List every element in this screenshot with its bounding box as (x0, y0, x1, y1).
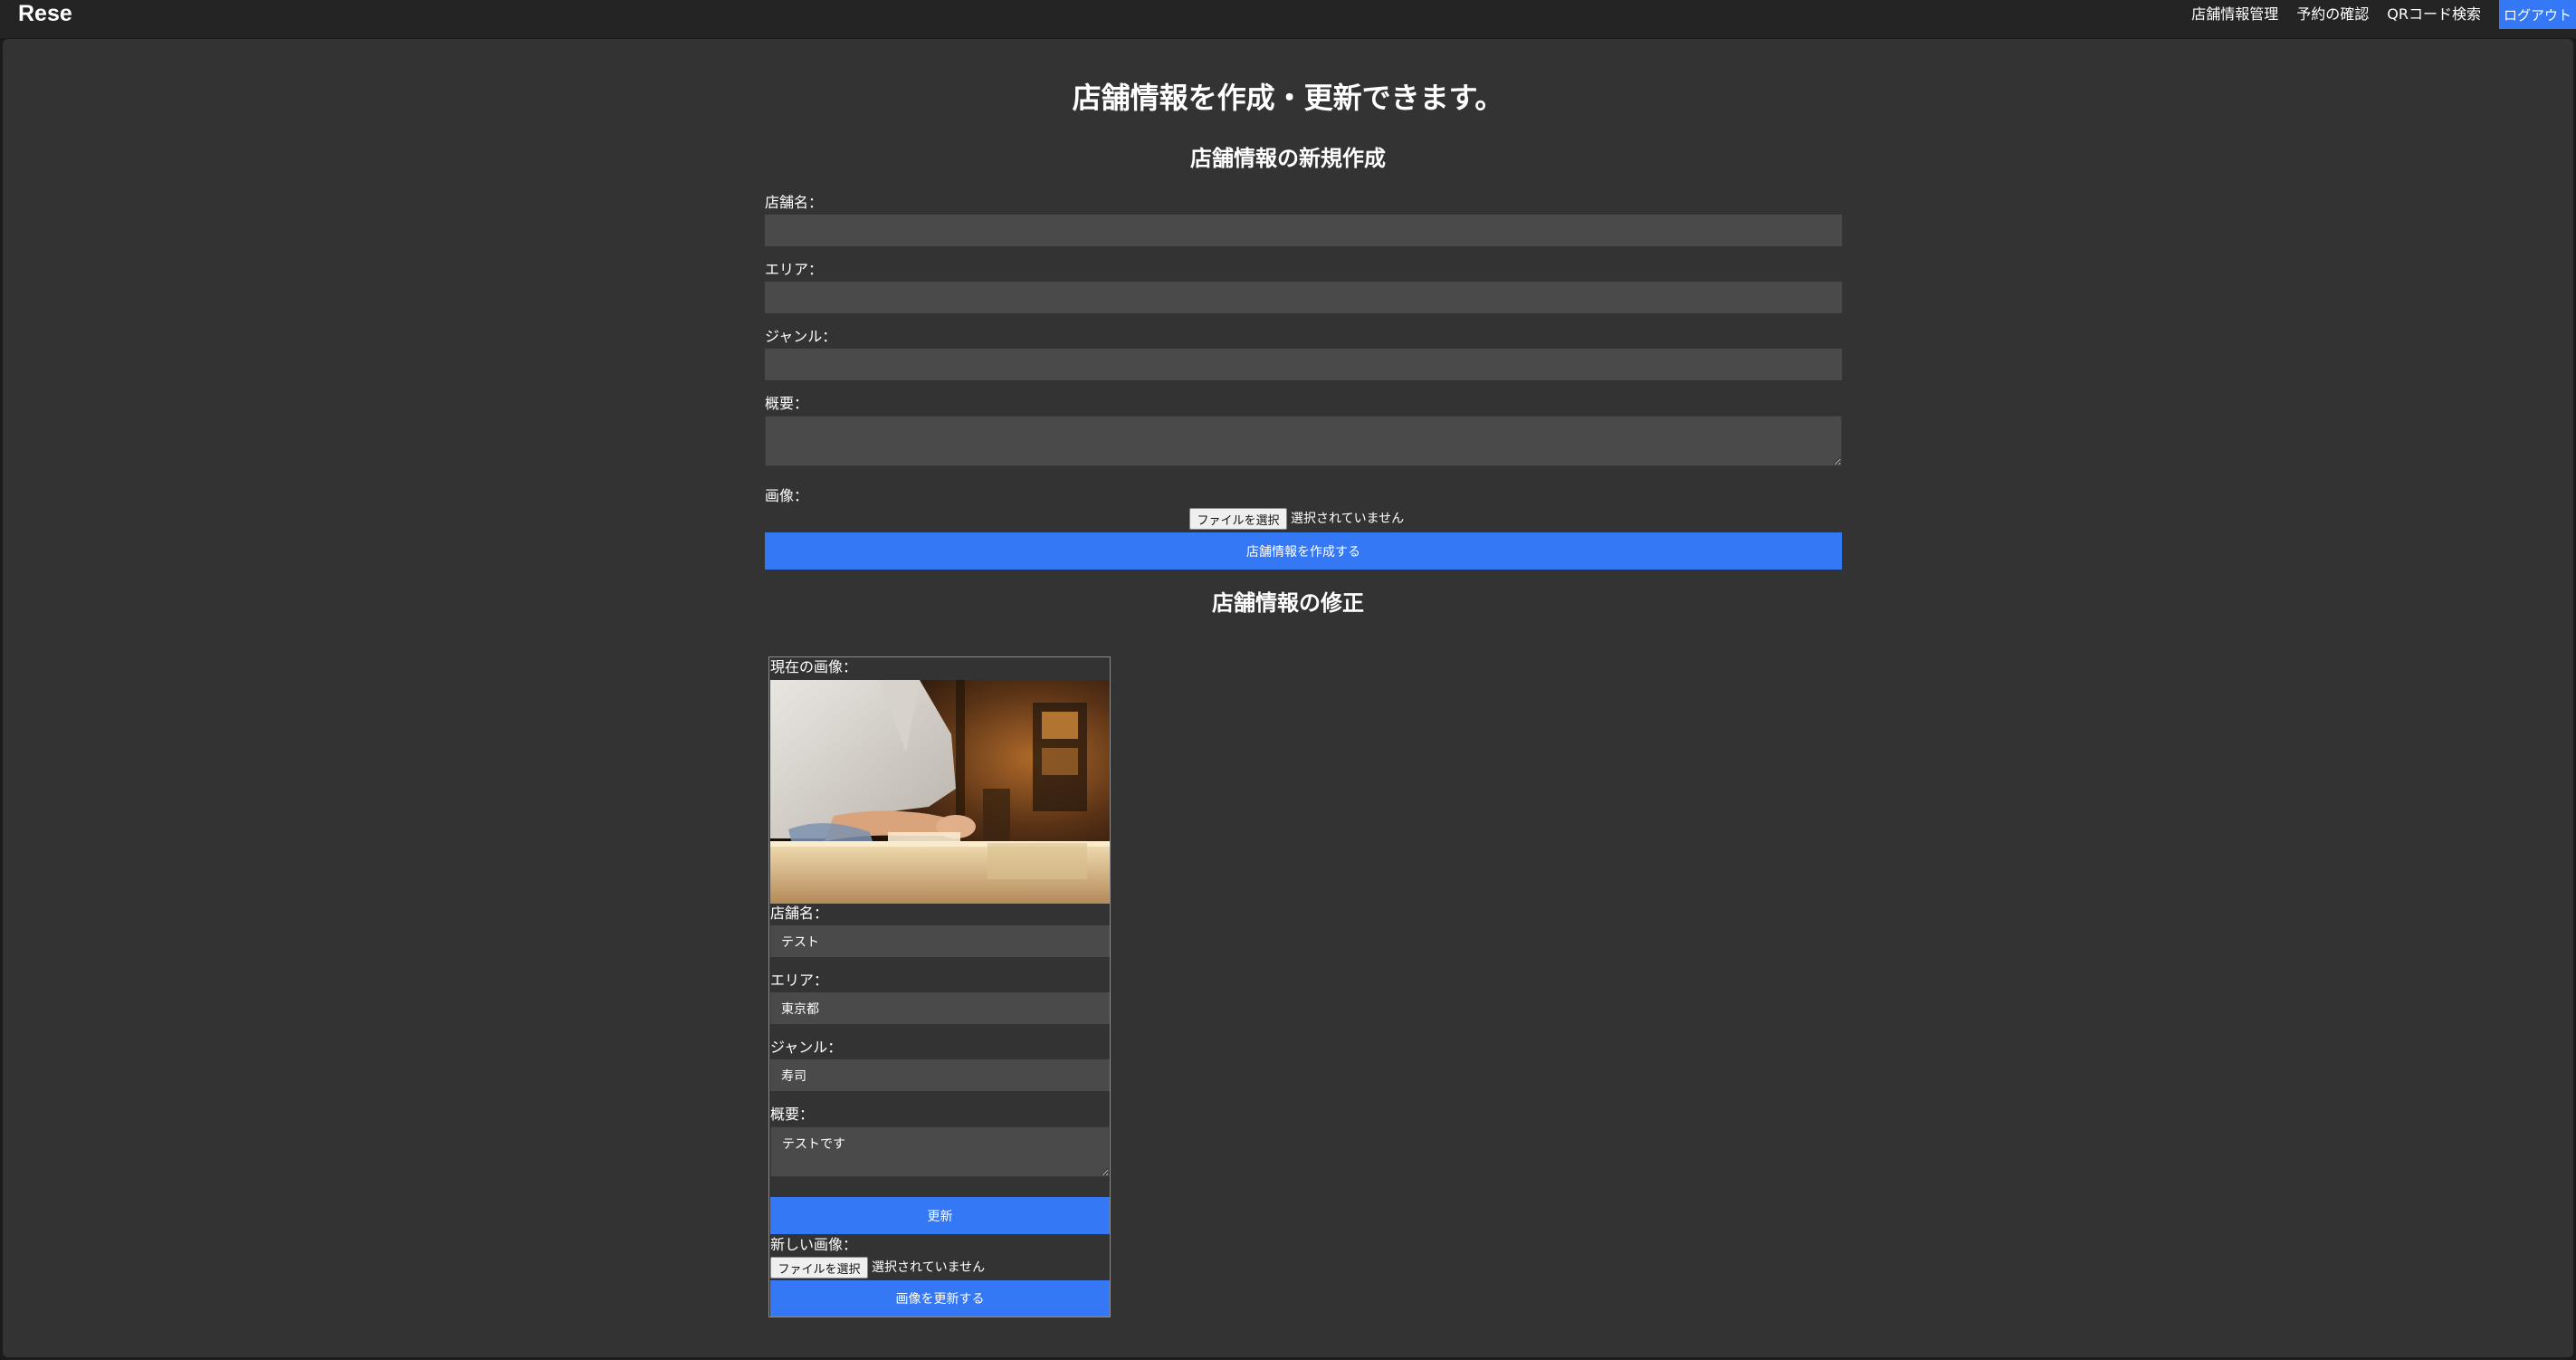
create-section-heading: 店舗情報の新規作成 (1190, 146, 1386, 171)
current-shop-image (770, 680, 1110, 904)
top-header: Rese 店舗情報管理 予約の確認 QRコード検索 ログアウト (0, 0, 2576, 38)
create-summary-textarea[interactable] (765, 416, 1842, 466)
update-image-button[interactable]: 画像を更新する (770, 1280, 1110, 1317)
create-area-label: エリア： (765, 261, 824, 278)
create-file-select-button[interactable]: ファイルを選択 (1189, 508, 1287, 530)
nav-shop-management-link[interactable]: 店舗情報管理 (2191, 2, 2278, 27)
page-title: 店舗情報を作成・更新できます。 (1072, 81, 1504, 115)
header-nav: 店舗情報管理 予約の確認 QRコード検索 ログアウト (2191, 0, 2576, 29)
create-image-label: 画像： (765, 487, 809, 504)
logout-button[interactable]: ログアウト (2499, 0, 2576, 29)
create-area-input[interactable] (765, 282, 1842, 313)
edit-section-heading: 店舗情報の修正 (1212, 590, 1364, 616)
new-image-label: 新しい画像： (770, 1236, 858, 1253)
edit-file-status: 選択されていません (872, 1260, 986, 1275)
edit-name-label: 店舗名： (770, 905, 829, 922)
edit-area-label: エリア： (770, 972, 829, 989)
edit-file-select-button[interactable]: ファイルを選択 (770, 1257, 868, 1279)
current-image-label: 現在の画像： (770, 658, 858, 675)
sushi-chef-photo-icon (770, 680, 1110, 904)
edit-area-input[interactable] (770, 992, 1110, 1024)
create-summary-label: 概要： (765, 395, 809, 412)
nav-qr-search-link[interactable]: QRコード検索 (2387, 2, 2481, 27)
edit-summary-textarea[interactable]: テストです (770, 1126, 1110, 1177)
create-name-label: 店舗名： (765, 194, 824, 211)
create-file-status: 選択されていません (1291, 512, 1405, 526)
nav-reservations-link[interactable]: 予約の確認 (2296, 2, 2369, 27)
edit-genre-label: ジャンル： (770, 1039, 843, 1056)
edit-genre-input[interactable] (770, 1059, 1110, 1091)
app-logo[interactable]: Rese (18, 0, 72, 27)
create-name-input[interactable] (765, 215, 1842, 246)
create-genre-label: ジャンル： (765, 328, 837, 345)
update-shop-button[interactable]: 更新 (770, 1197, 1110, 1234)
edit-name-input[interactable] (770, 925, 1110, 957)
create-shop-button[interactable]: 店舗情報を作成する (765, 532, 1842, 570)
edit-summary-label: 概要： (770, 1106, 815, 1123)
create-genre-input[interactable] (765, 349, 1842, 380)
